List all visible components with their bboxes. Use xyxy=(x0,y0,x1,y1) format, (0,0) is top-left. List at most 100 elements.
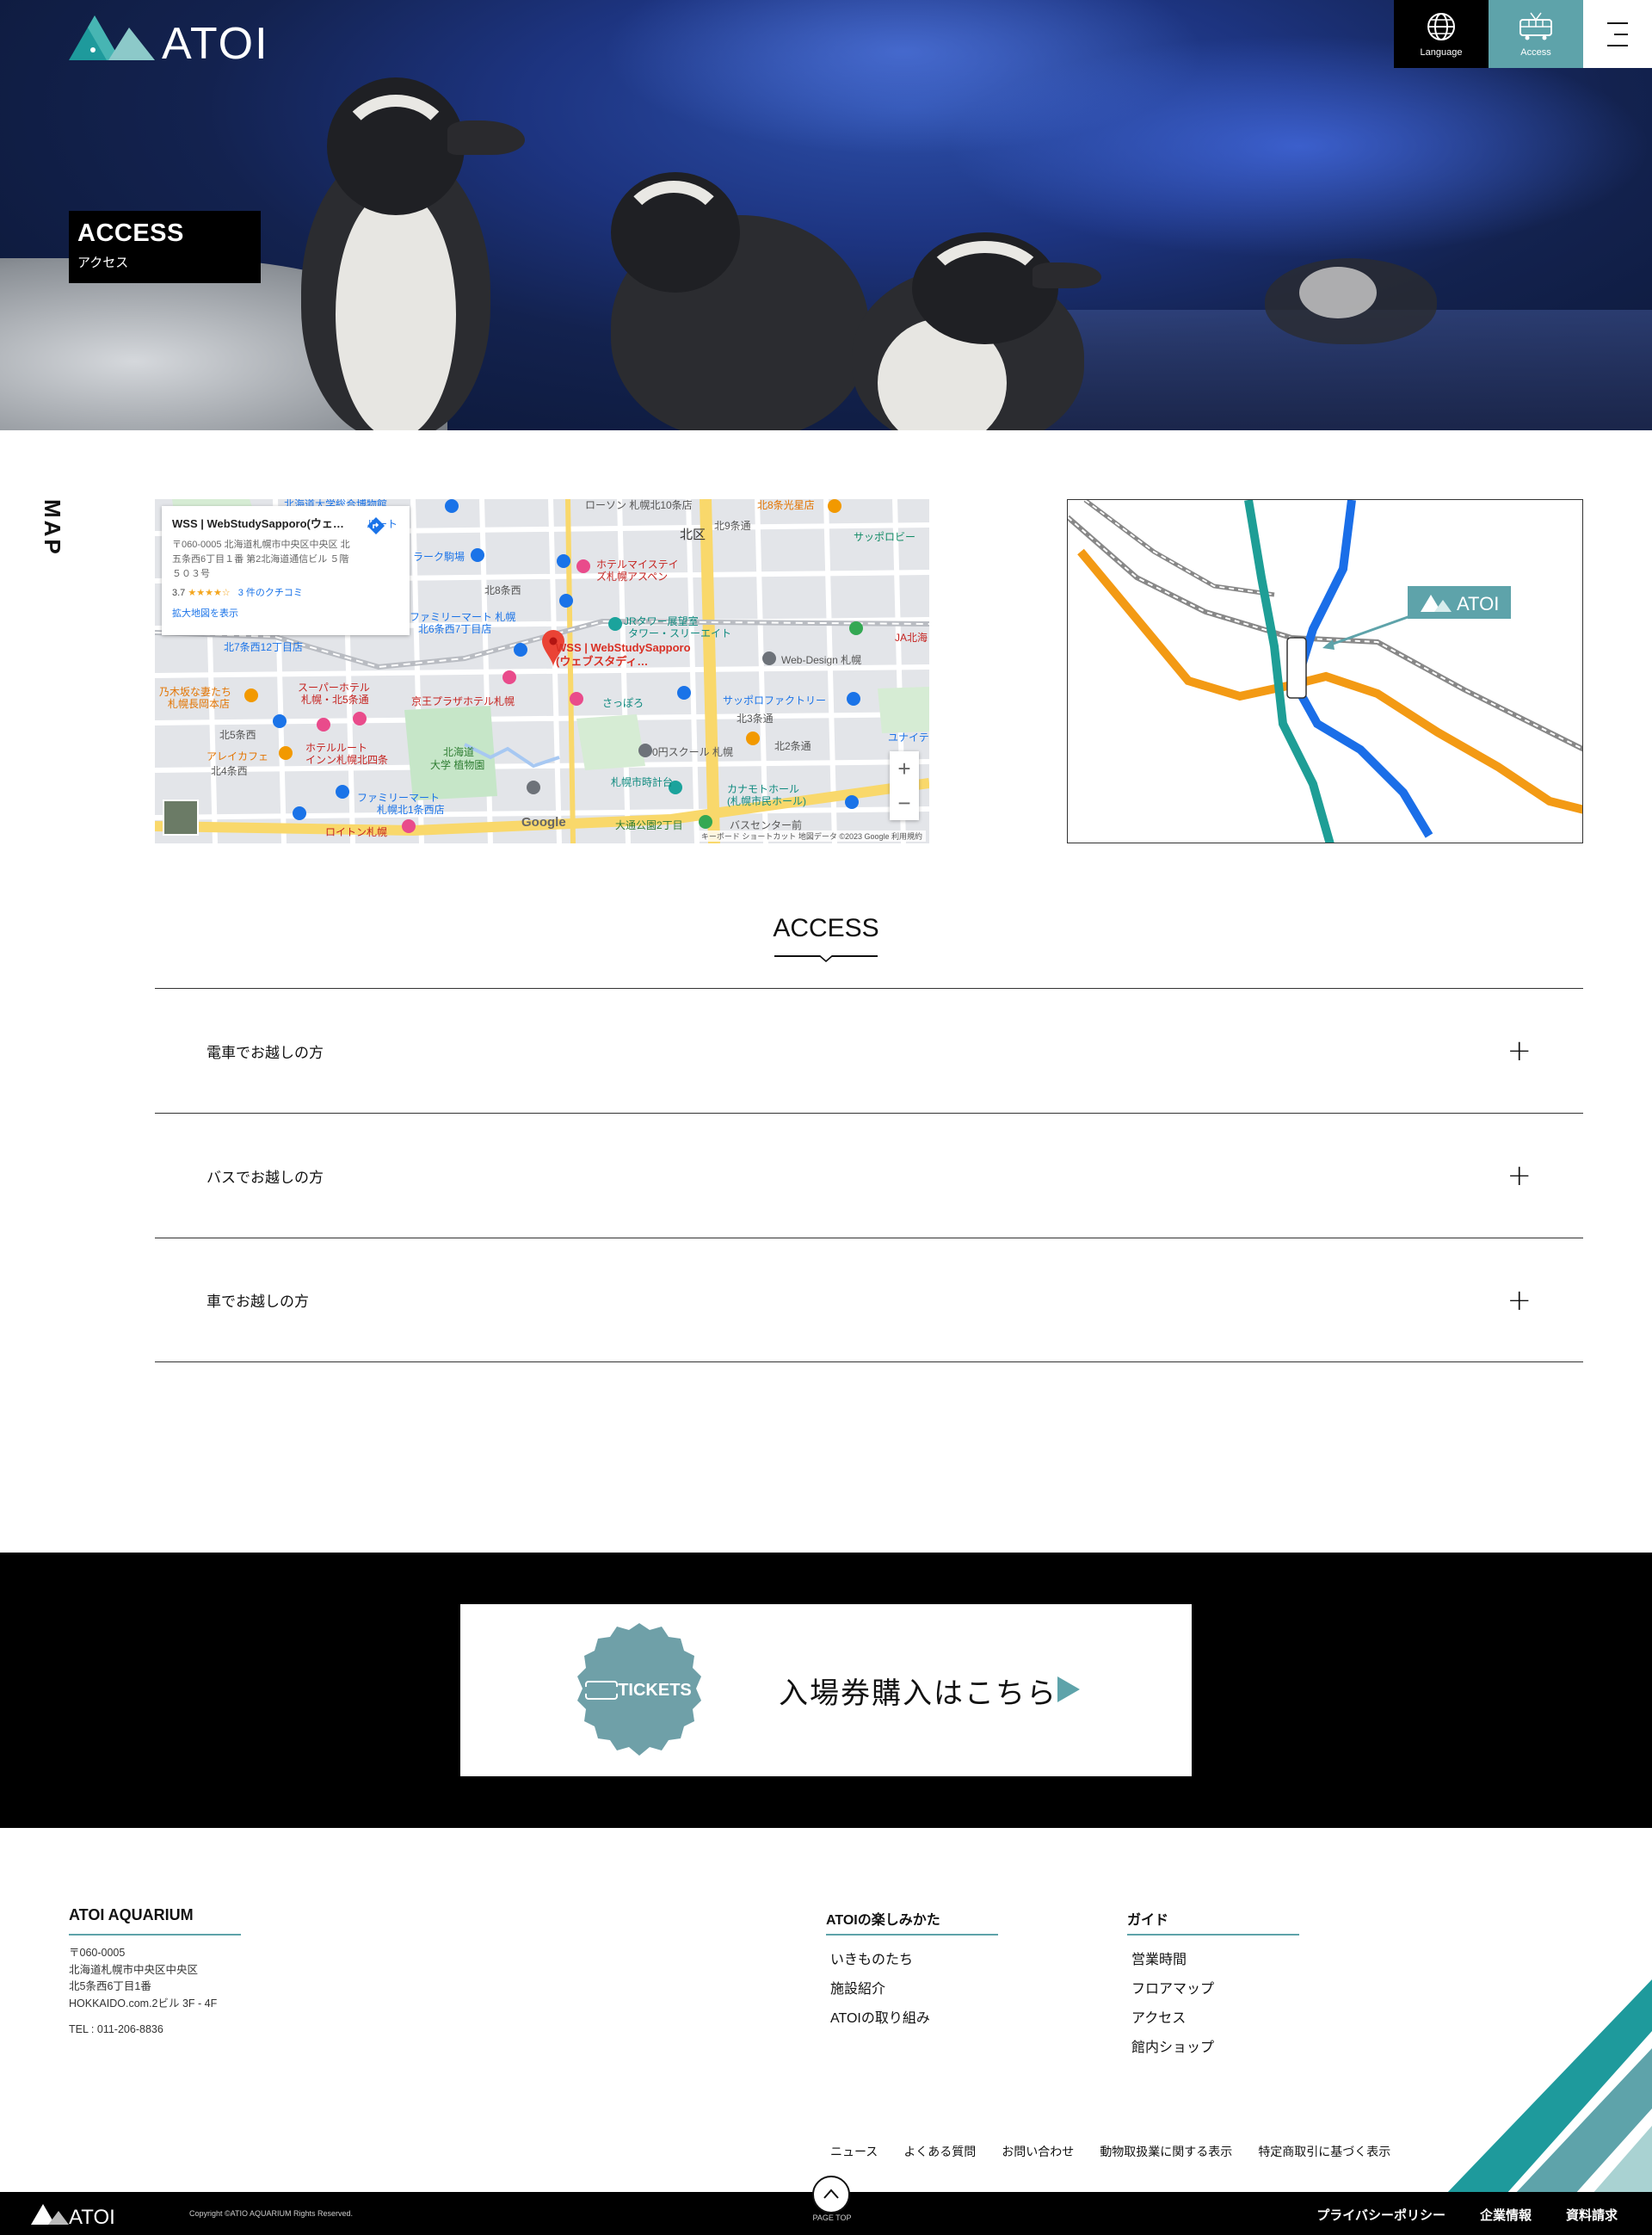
tickets-badge: TICKETS xyxy=(570,1621,708,1759)
zoom-in-button[interactable]: + xyxy=(897,756,910,782)
tickets-band: TICKETS 入場券購入はこちら xyxy=(0,1553,1652,1828)
map-pin-label: WSS | WebStudySapporo (ウェブスタディ… xyxy=(556,641,691,669)
play-arrow-icon xyxy=(1057,1676,1080,1702)
footer-brand: ATOI AQUARIUM xyxy=(69,1906,194,1923)
footer-link-news[interactable]: ニュース xyxy=(830,2143,878,2160)
zoom-out-button[interactable]: − xyxy=(897,790,910,817)
google-logo: Google xyxy=(521,815,566,830)
map-place-label: 北6条西7丁目店 xyxy=(418,623,492,635)
plus-icon: + xyxy=(1507,1158,1532,1193)
map-place-label: 北5条西 xyxy=(219,729,256,741)
directions-icon xyxy=(367,517,385,534)
language-label: Language xyxy=(1420,46,1463,58)
plus-icon: + xyxy=(1507,1034,1532,1068)
map-place-label: 北区 xyxy=(680,528,706,542)
map-place-label: 京王プラザホテル札幌 xyxy=(411,695,515,707)
accordion-item-bus[interactable]: バスでお越しの方 + xyxy=(155,1113,1583,1238)
map-place-label: ラーク駒場 xyxy=(413,551,465,563)
footer-logo[interactable]: ATOI xyxy=(31,2201,126,2226)
map-rating-value: 3.7 xyxy=(172,588,186,598)
map-place-label: 0円スクール 札幌 xyxy=(652,746,734,758)
accordion-label: 電車でお越しの方 xyxy=(206,1044,324,1061)
map-place-label: サッポロビー xyxy=(854,531,916,543)
address-line: 北海道札幌市中央区中央区 xyxy=(69,1963,199,1976)
map-place-address: 〒060-0005 北海道札幌市中央区中央区 北五条西6丁目１番 第2北海道通信… xyxy=(172,540,350,579)
footer-col-heading: ガイド xyxy=(1127,1913,1169,1928)
map-route-button[interactable]: ルート xyxy=(367,516,398,534)
page-top-label: PAGE TOP xyxy=(812,2213,852,2222)
penguin-image xyxy=(1265,241,1437,344)
map-place-label: サッポロファクトリー xyxy=(723,695,827,707)
request-materials-link[interactable]: 資料請求 xyxy=(1566,2206,1618,2224)
map-place-label: 札幌北1条西店 xyxy=(377,804,445,816)
map-place-label: さっぽろ xyxy=(602,697,644,709)
footer-address: 〒060-0005 北海道札幌市中央区中央区 北5条西6丁目1番 HOKKAID… xyxy=(69,1945,217,2012)
google-map[interactable]: 北海道大学総合博物館 ローソン 札幌北10条店 北8条光星店 北区 北9条通 サ… xyxy=(155,499,929,843)
page-top-button[interactable] xyxy=(812,2176,850,2213)
map-place-label: 札幌・北5条通 xyxy=(301,694,369,706)
privacy-policy-link[interactable]: プライバシーポリシー xyxy=(1316,2206,1446,2224)
map-place-label: 北4条西 xyxy=(211,765,248,777)
footer-link-initiatives[interactable]: ATOIの取り組み xyxy=(830,2004,930,2034)
logo-mark-icon: ATOI xyxy=(69,15,268,62)
accordion-item-train[interactable]: 電車でお越しの方 + xyxy=(155,988,1583,1113)
language-button[interactable]: Language xyxy=(1394,0,1489,68)
chevron-down-icon xyxy=(819,955,833,962)
page-title-ja: アクセス xyxy=(77,256,129,270)
hero-banner: ATOI Language Access ACCESS アクセス xyxy=(0,0,1652,430)
chevron-up-icon xyxy=(823,2189,839,2199)
map-place-label: (札幌市民ホール) xyxy=(727,795,806,807)
accordion-item-car[interactable]: 車でお越しの方 + xyxy=(155,1238,1583,1362)
footer-link-creatures[interactable]: いきものたち xyxy=(830,1946,930,1975)
map-place-name: WSS | WebStudySapporo(ウェ… xyxy=(172,517,344,530)
map-zoom-controls: + − xyxy=(890,751,919,820)
decorative-stripes xyxy=(1446,1979,1652,2195)
map-rating: 3.7 ★★★★☆ 3 件のクチコミ xyxy=(172,585,399,599)
footer-link-animal-business[interactable]: 動物取扱業に関する表示 xyxy=(1100,2143,1232,2160)
page-title: ACCESS アクセス xyxy=(69,211,261,283)
access-accordion: 電車でお越しの方 + バスでお越しの方 + 車でお越しの方 + xyxy=(155,988,1583,1362)
header-actions: Language Access xyxy=(1394,0,1652,68)
tickets-purchase-link[interactable]: TICKETS 入場券購入はこちら xyxy=(460,1604,1192,1776)
access-label: Access xyxy=(1520,46,1551,58)
footer-divider xyxy=(1127,1934,1299,1936)
footer-link-access[interactable]: アクセス xyxy=(1131,2004,1214,2034)
map-place-label: 札幌長岡本店 xyxy=(168,698,231,710)
footer-link-shop[interactable]: 館内ショップ xyxy=(1131,2034,1214,2063)
map-attribution[interactable]: キーボード ショートカット 地図データ ©2023 Google 利用規約 xyxy=(697,830,926,842)
footer-logo-text: ATOI xyxy=(69,2206,115,2226)
map-place-label: 北8条西 xyxy=(484,584,521,596)
map-pin-label-line: WSS | WebStudySapporo xyxy=(556,641,691,654)
globe-icon xyxy=(1427,12,1455,40)
penguin-image xyxy=(843,215,1119,430)
address-line: HOKKAIDO.com.2ビル 3F - 4F xyxy=(69,1997,218,2010)
access-heading: ACCESS xyxy=(773,914,879,942)
menu-button[interactable] xyxy=(1583,0,1652,68)
footer-col-links: 営業時間 フロアマップ アクセス 館内ショップ xyxy=(1131,1946,1214,2063)
copyright: Copyright ©ATIO AQUARIUM Rights Reserved… xyxy=(189,2209,354,2218)
map-place-label: 大学 植物園 xyxy=(430,759,485,771)
map-reviews-link[interactable]: 3 件のクチコミ xyxy=(238,588,303,598)
footer-link-facilities[interactable]: 施設紹介 xyxy=(830,1975,930,2004)
plus-icon: + xyxy=(1507,1282,1532,1318)
map-place-label: ロイトン札幌 xyxy=(325,826,388,838)
site-logo[interactable]: ATOI xyxy=(69,12,293,62)
map-place-label: 北7条西12丁目店 xyxy=(224,641,304,653)
penguin-image xyxy=(594,164,878,430)
map-place-label: ユナイテ xyxy=(888,732,929,744)
footer-link-faq[interactable]: よくある質問 xyxy=(903,2143,976,2160)
access-button[interactable]: Access xyxy=(1489,0,1583,68)
subway-route-map: ATOI xyxy=(1067,499,1583,843)
footer-link-contact[interactable]: お問い合わせ xyxy=(1002,2143,1074,2160)
train-icon xyxy=(1519,12,1552,40)
footer-link-floormap[interactable]: フロアマップ xyxy=(1131,1975,1214,2004)
map-place-label: JA北海 xyxy=(895,632,928,644)
map-larger-link[interactable]: 拡大地図を表示 xyxy=(172,606,399,620)
map-place-label: ローソン 札幌北10条店 xyxy=(585,499,693,511)
map-place-label: アレイカフェ xyxy=(206,750,269,762)
map-info-card: WSS | WebStudySapporo(ウェ… ルート 〒060-0005 … xyxy=(162,506,410,635)
footer-link-hours[interactable]: 営業時間 xyxy=(1131,1946,1214,1975)
company-info-link[interactable]: 企業情報 xyxy=(1480,2206,1532,2224)
address-line: 北5条西6丁目1番 xyxy=(69,1980,151,1992)
footer-link-commerce-law[interactable]: 特定商取引に基づく表示 xyxy=(1258,2143,1390,2160)
